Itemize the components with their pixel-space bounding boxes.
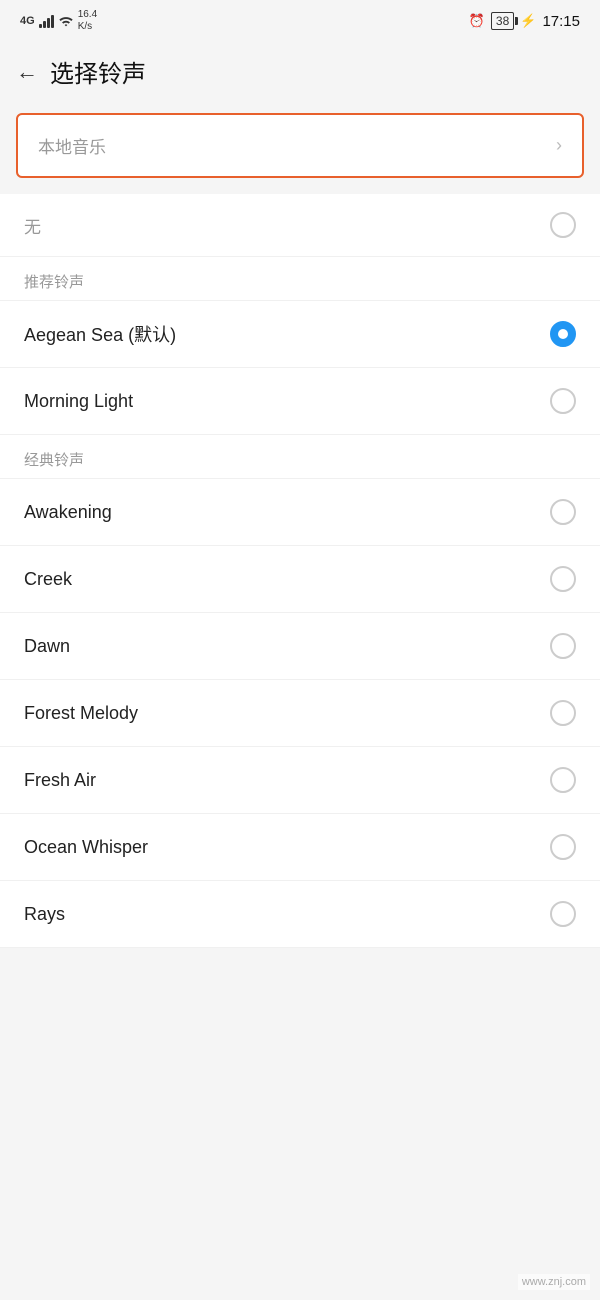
status-right: ⏰ 38 ⚡ 17:15 xyxy=(469,12,580,30)
section-recommended-title: 推荐铃声 xyxy=(24,274,84,291)
battery-indicator: 38 xyxy=(491,12,514,30)
radio-button-morning-light[interactable] xyxy=(550,388,576,414)
signal-text: 4G xyxy=(20,15,35,27)
network-speed: 16.4K/s xyxy=(78,9,97,33)
ringtone-list: 无 推荐铃声 Aegean Sea (默认) Morning Light 经典铃… xyxy=(0,194,600,948)
ringtone-name-rays: Rays xyxy=(24,904,65,925)
ringtone-row-morning-light[interactable]: Morning Light xyxy=(0,368,600,435)
radio-button-aegean[interactable] xyxy=(550,321,576,347)
ringtone-name-fresh-air: Fresh Air xyxy=(24,770,96,791)
section-recommended-header: 推荐铃声 xyxy=(0,257,600,301)
none-radio-button[interactable] xyxy=(550,212,576,238)
none-label: 无 xyxy=(24,213,41,238)
ringtone-row-dawn[interactable]: Dawn xyxy=(0,613,600,680)
radio-button-fresh-air[interactable] xyxy=(550,767,576,793)
radio-button-awakening[interactable] xyxy=(550,499,576,525)
status-time: 17:15 xyxy=(542,13,580,30)
section-classic-title: 经典铃声 xyxy=(24,452,84,469)
radio-button-rays[interactable] xyxy=(550,901,576,927)
status-bar: 4G 16.4K/s ⏰ 38 ⚡ 17:15 xyxy=(0,0,600,40)
radio-button-ocean-whisper[interactable] xyxy=(550,834,576,860)
ringtone-row-aegean[interactable]: Aegean Sea (默认) xyxy=(0,301,600,368)
radio-button-dawn[interactable] xyxy=(550,633,576,659)
ringtone-name-ocean-whisper: Ocean Whisper xyxy=(24,837,148,858)
ringtone-row-forest-melody[interactable]: Forest Melody xyxy=(0,680,600,747)
page-title: 选择铃声 xyxy=(50,54,146,89)
wifi-icon xyxy=(58,14,74,28)
local-music-label: 本地音乐 xyxy=(38,133,106,158)
ringtone-row-ocean-whisper[interactable]: Ocean Whisper xyxy=(0,814,600,881)
ringtone-row-fresh-air[interactable]: Fresh Air xyxy=(0,747,600,814)
ringtone-row-rays[interactable]: Rays xyxy=(0,881,600,948)
ringtone-name-morning-light: Morning Light xyxy=(24,391,133,412)
page-header: ← 选择铃声 xyxy=(0,40,600,103)
chevron-right-icon: › xyxy=(556,135,562,156)
radio-button-forest-melody[interactable] xyxy=(550,700,576,726)
ringtone-name-awakening: Awakening xyxy=(24,502,112,523)
local-music-row[interactable]: 本地音乐 › xyxy=(16,113,584,178)
status-left: 4G 16.4K/s xyxy=(20,9,97,33)
none-option-row[interactable]: 无 xyxy=(0,194,600,257)
ringtone-row-creek[interactable]: Creek xyxy=(0,546,600,613)
ringtone-name-dawn: Dawn xyxy=(24,636,70,657)
alarm-icon: ⏰ xyxy=(469,13,485,29)
back-button[interactable]: ← xyxy=(16,59,38,85)
watermark: www.znj.com xyxy=(518,1274,590,1290)
lightning-icon: ⚡ xyxy=(520,13,536,29)
ringtone-row-awakening[interactable]: Awakening xyxy=(0,479,600,546)
radio-button-creek[interactable] xyxy=(550,566,576,592)
signal-bars-icon xyxy=(39,14,54,28)
ringtone-name-creek: Creek xyxy=(24,569,72,590)
section-classic-header: 经典铃声 xyxy=(0,435,600,479)
ringtone-name-forest-melody: Forest Melody xyxy=(24,703,138,724)
ringtone-name-aegean: Aegean Sea (默认) xyxy=(24,321,176,347)
